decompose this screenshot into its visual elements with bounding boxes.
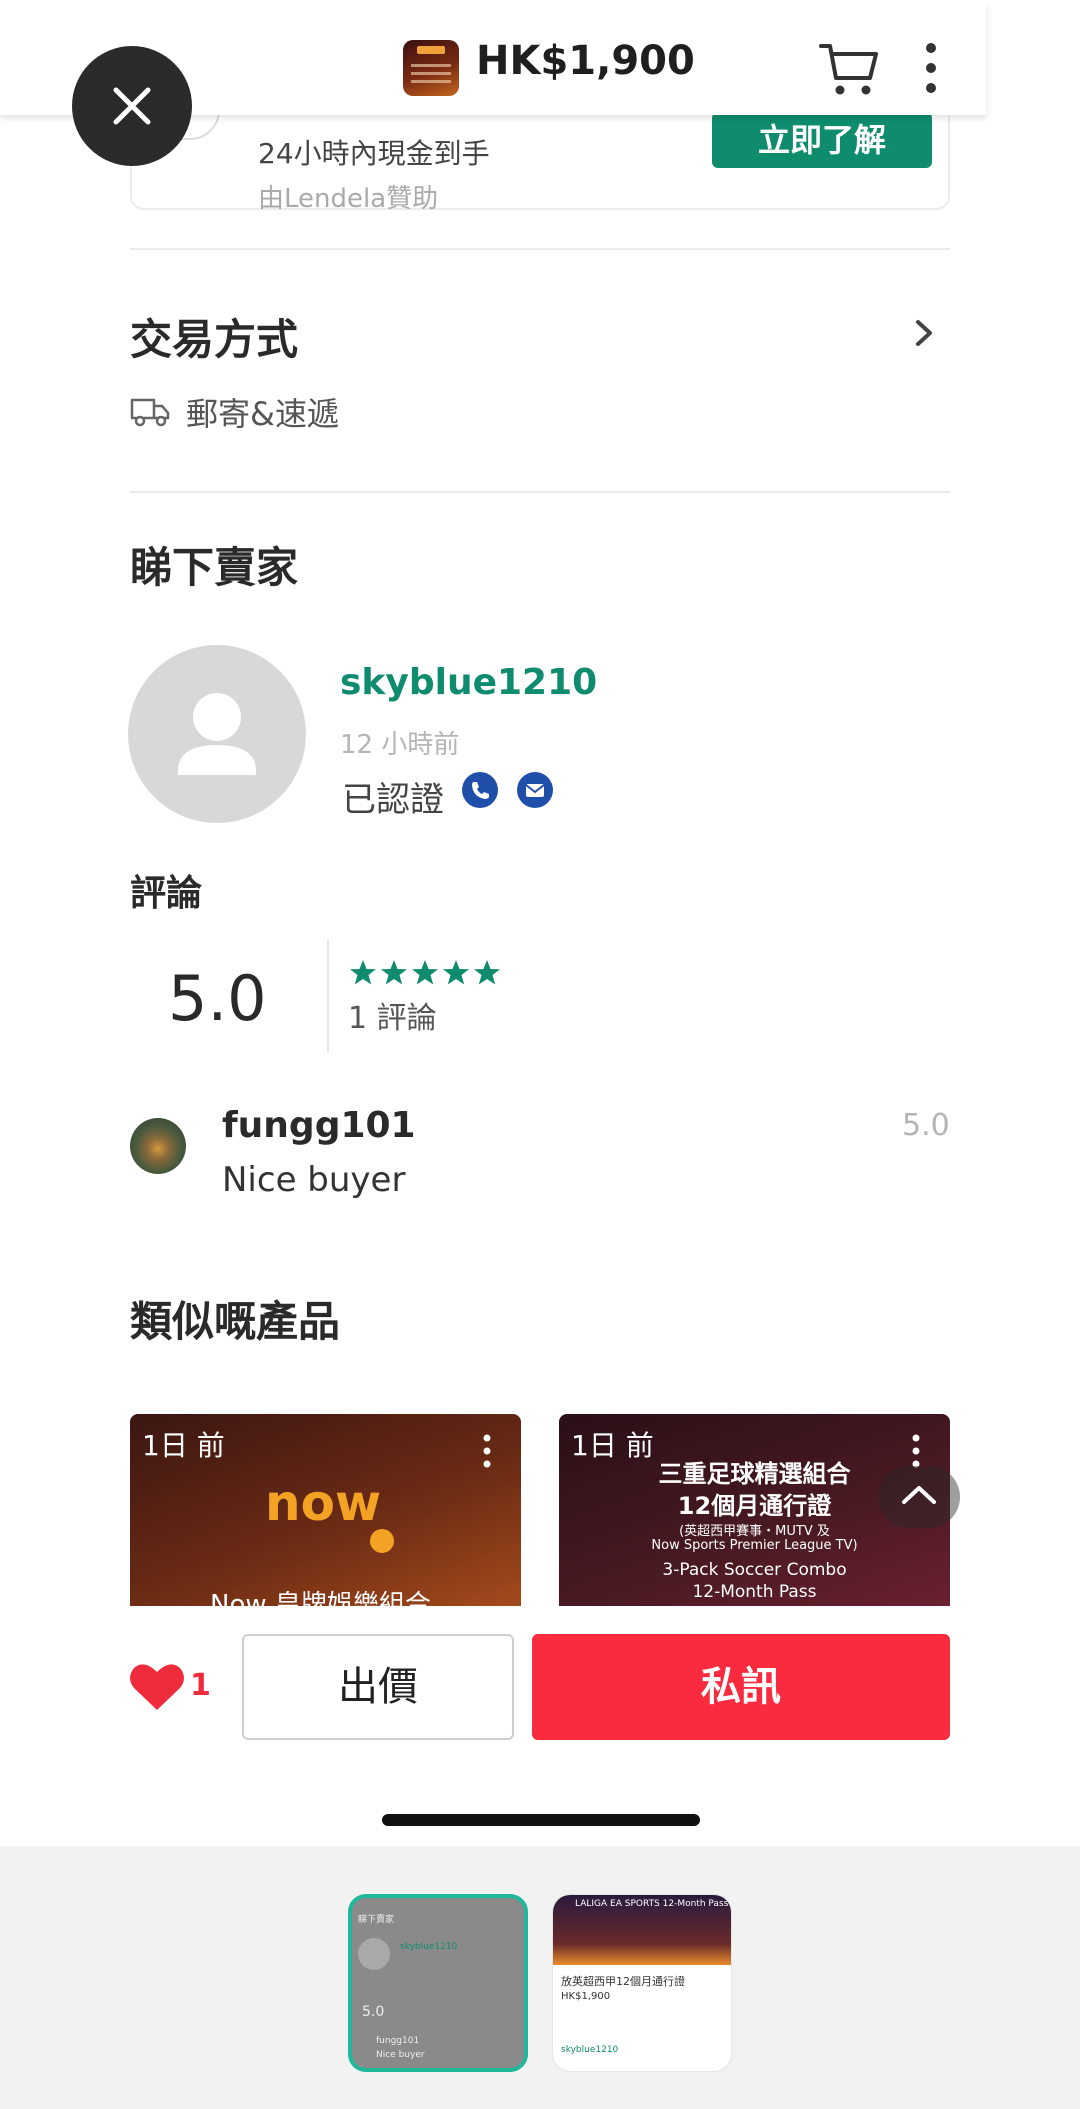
thumb-avatar — [358, 1938, 390, 1970]
chat-button[interactable]: 私訊 — [532, 1634, 950, 1740]
make-offer-button[interactable]: 出價 — [242, 1634, 514, 1740]
thumb-review: Nice buyer — [376, 2050, 425, 2060]
star-icon — [381, 960, 407, 985]
seller-username[interactable]: skyblue1210 — [340, 662, 597, 703]
thumb-reviewer: fungg101 — [376, 2036, 420, 2046]
product-age: 1日 前 — [142, 1429, 225, 1462]
scroll-to-top-button[interactable] — [878, 1466, 960, 1528]
thumb-product-price: HK$1,900 — [561, 1991, 611, 2002]
rating-stars — [350, 960, 500, 985]
star-icon — [350, 960, 376, 985]
rating-average: 5.0 — [168, 962, 267, 1035]
reviewer-name[interactable]: fungg101 — [222, 1105, 416, 1146]
review-text: Nice buyer — [222, 1160, 406, 1200]
close-icon — [113, 87, 151, 125]
review-score: 5.0 — [902, 1108, 950, 1143]
star-icon — [412, 960, 438, 985]
more-options-icon[interactable] — [916, 38, 946, 98]
tab-switcher-tray — [0, 1846, 1080, 2109]
ad-line-main: 24小時內現金到手 — [258, 137, 490, 170]
ad-learn-more-button[interactable]: 立即了解 — [712, 112, 932, 168]
ad-sponsor: 由Lendela贊助 — [258, 184, 439, 214]
product-caption: Now 皇牌娛樂組合 — [210, 1590, 431, 1606]
thumb-product-title: 放英超西甲12個月通行證 — [561, 1975, 685, 1988]
reviewer-avatar[interactable] — [130, 1118, 186, 1174]
chevron-up-icon — [902, 1486, 936, 1504]
product-line: Now Sports Premier League TV) — [651, 1538, 858, 1553]
rating-separator — [327, 940, 329, 1052]
now-tv-badge — [370, 1529, 394, 1553]
delivery-truck-icon — [130, 398, 170, 427]
product-line: 3-Pack Soccer Combo — [662, 1560, 847, 1580]
like-count: 1 — [190, 1668, 211, 1703]
home-indicator — [382, 1814, 700, 1826]
seller-avatar[interactable] — [128, 645, 306, 823]
rating-count[interactable]: 1 評論 — [348, 993, 437, 1037]
seller-section-title: 睇下賣家 — [130, 543, 299, 592]
divider — [130, 491, 950, 493]
thumb-title: 睇下賣家 — [358, 1915, 395, 1925]
close-button[interactable] — [72, 46, 192, 166]
phone-verified-icon — [462, 772, 498, 808]
product-line: 12-Month Pass — [692, 1582, 817, 1602]
similar-products-title: 類似嘅產品 — [130, 1297, 341, 1346]
product-more-icon[interactable] — [483, 1434, 491, 1468]
delivery-title: 交易方式 — [130, 315, 299, 364]
chevron-right-icon[interactable] — [912, 318, 936, 348]
tab-thumbnail-current[interactable]: 睇下賣家 skyblue1210 5.0 fungg101 Nice buyer — [348, 1894, 528, 2072]
thumb-score: 5.0 — [362, 2004, 385, 2020]
default-user-icon — [178, 693, 256, 775]
verified-label: 已認證 — [342, 780, 444, 820]
similar-product-card[interactable]: 1日 前 now Now 皇牌娛樂組合 — [130, 1414, 521, 1606]
star-icon — [474, 960, 500, 985]
header-price: HK$1,900 — [476, 38, 695, 84]
thumb-user: skyblue1210 — [400, 1942, 458, 1952]
product-thumbnail — [403, 40, 459, 96]
divider — [130, 248, 950, 250]
seller-last-active: 12 小時前 — [340, 730, 460, 760]
cart-icon[interactable] — [818, 40, 880, 98]
reviews-title: 評論 — [130, 873, 203, 914]
thumb-seller: skyblue1210 — [561, 2045, 619, 2055]
delivery-method: 郵寄&速遞 — [186, 395, 339, 433]
tab-thumbnail-other[interactable]: LALIGA EA SPORTS 12-Month Pass 放英超西甲12個月… — [552, 1894, 732, 2072]
thumb-banner-text: LALIGA EA SPORTS 12-Month Pass — [575, 1899, 729, 1909]
star-icon — [443, 960, 469, 985]
heart-icon[interactable] — [128, 1660, 186, 1712]
email-verified-icon — [517, 772, 553, 808]
now-logo: now — [265, 1474, 382, 1532]
